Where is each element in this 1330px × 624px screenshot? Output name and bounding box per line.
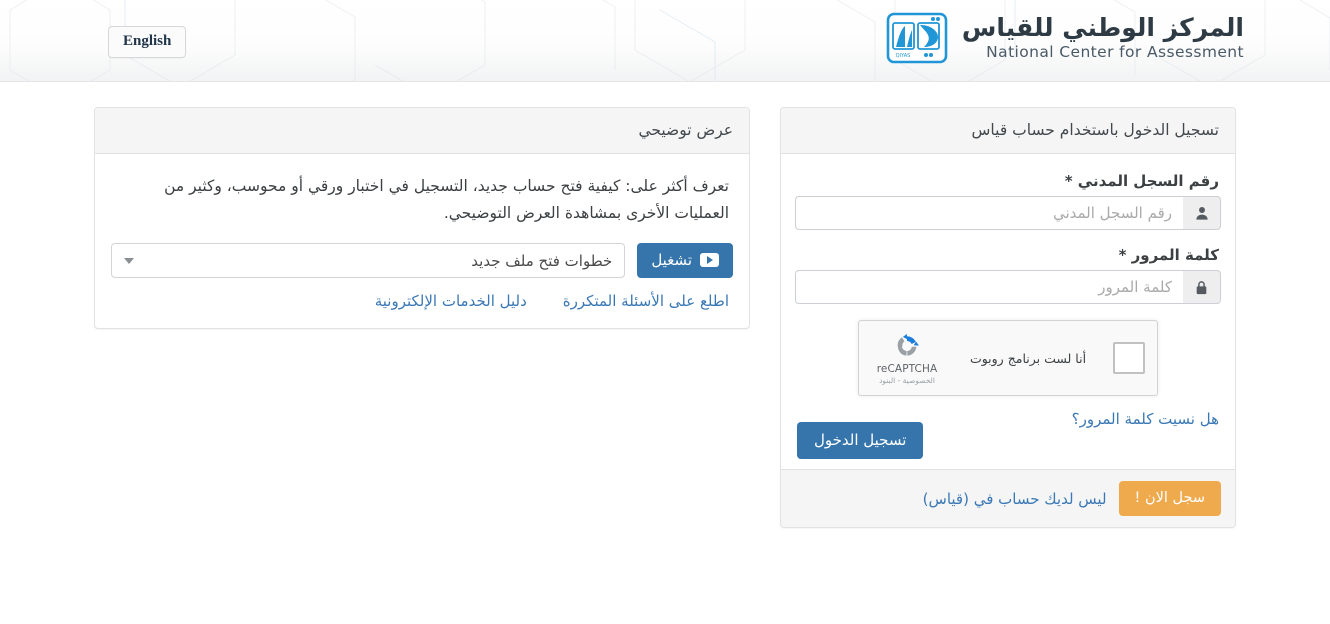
lock-icon — [1183, 270, 1221, 304]
brand-name-arabic: المركز الوطني للقياس — [961, 13, 1244, 43]
password-input[interactable] — [795, 270, 1183, 304]
demo-panel-body: تعرف أكثر على: كيفية فتح حساب جديد، التس… — [95, 154, 749, 328]
brand-logo-block: المركز الوطني للقياس National Center for… — [886, 10, 1244, 66]
recaptcha-legal-text: الخصوصية - البنود — [879, 376, 935, 385]
login-actions-row: هل نسيت كلمة المرور؟ تسجيل الدخول — [795, 410, 1221, 459]
recaptcha-label: أنا لست برنامج روبوت — [969, 350, 1087, 366]
password-input-group — [795, 270, 1221, 304]
demo-topic-selected-value: خطوات فتح ملف جديد — [471, 251, 613, 270]
play-button-label: تشغيل — [651, 251, 692, 270]
demo-panel: عرض توضيحي تعرف أكثر على: كيفية فتح حساب… — [94, 107, 750, 330]
play-video-button[interactable]: تشغيل — [637, 243, 733, 279]
login-form: رقم السجل المدني * كلمة المرور * — [781, 154, 1235, 469]
recaptcha-row: أنا لست برنامج روبوت reCAPTCHA الخصوصية … — [795, 320, 1221, 396]
login-panel-title: تسجيل الدخول باستخدام حساب قياس — [781, 108, 1235, 154]
brand-text: المركز الوطني للقياس National Center for… — [962, 15, 1244, 61]
forgot-password-link[interactable]: هل نسيت كلمة المرور؟ — [1072, 410, 1219, 428]
demo-controls: تشغيل خطوات فتح ملف جديد — [111, 243, 733, 279]
demo-description: تعرف أكثر على: كيفية فتح حساب جديد، التس… — [164, 177, 729, 223]
site-header: English المركز الوطني للقياس National Ce… — [0, 0, 1330, 82]
national-id-input[interactable] — [795, 196, 1183, 230]
no-account-text: ليس لديك حساب في (قياس) — [922, 489, 1107, 508]
header-inner: English المركز الوطني للقياس National Ce… — [0, 0, 1330, 81]
user-icon — [1183, 196, 1221, 230]
register-now-button[interactable]: سجل الان ! — [1118, 481, 1221, 516]
national-id-label: رقم السجل المدني * — [1064, 172, 1219, 190]
demo-panel-title: عرض توضيحي — [95, 108, 749, 154]
recaptcha-icon — [897, 334, 919, 356]
password-label: كلمة المرور * — [1118, 246, 1219, 264]
svg-text:QIYAS: QIYAS — [896, 53, 911, 59]
national-id-input-group — [795, 196, 1221, 230]
chevron-down-icon — [124, 257, 134, 264]
demo-links: اطلع على الأسئلة المتكررة دليل الخدمات ا… — [111, 292, 733, 310]
recaptcha-branding: reCAPTCHA الخصوصية - البنود — [871, 331, 943, 385]
page-content: تسجيل الدخول باستخدام حساب قياس رقم السج… — [0, 82, 1330, 528]
recaptcha-widget[interactable]: أنا لست برنامج روبوت reCAPTCHA الخصوصية … — [858, 320, 1158, 396]
login-submit-button[interactable]: تسجيل الدخول — [797, 422, 924, 459]
youtube-play-icon — [700, 253, 719, 268]
language-toggle-button[interactable]: English — [108, 26, 187, 58]
recaptcha-brand-name: reCAPTCHA — [876, 363, 938, 375]
login-panel-footer: سجل الان ! ليس لديك حساب في (قياس) — [781, 469, 1235, 527]
qiyas-logo-icon: QIYAS — [886, 12, 948, 64]
login-panel: تسجيل الدخول باستخدام حساب قياس رقم السج… — [780, 107, 1236, 528]
brand-name-english: National Center for Assessment — [986, 43, 1244, 62]
recaptcha-checkbox[interactable] — [1113, 342, 1145, 374]
demo-topic-select[interactable]: خطوات فتح ملف جديد — [111, 243, 626, 279]
faq-link[interactable]: اطلع على الأسئلة المتكررة — [563, 292, 729, 310]
e-services-guide-link[interactable]: دليل الخدمات الإلكترونية — [375, 292, 527, 310]
main-container: تسجيل الدخول باستخدام حساب قياس رقم السج… — [94, 107, 1236, 528]
